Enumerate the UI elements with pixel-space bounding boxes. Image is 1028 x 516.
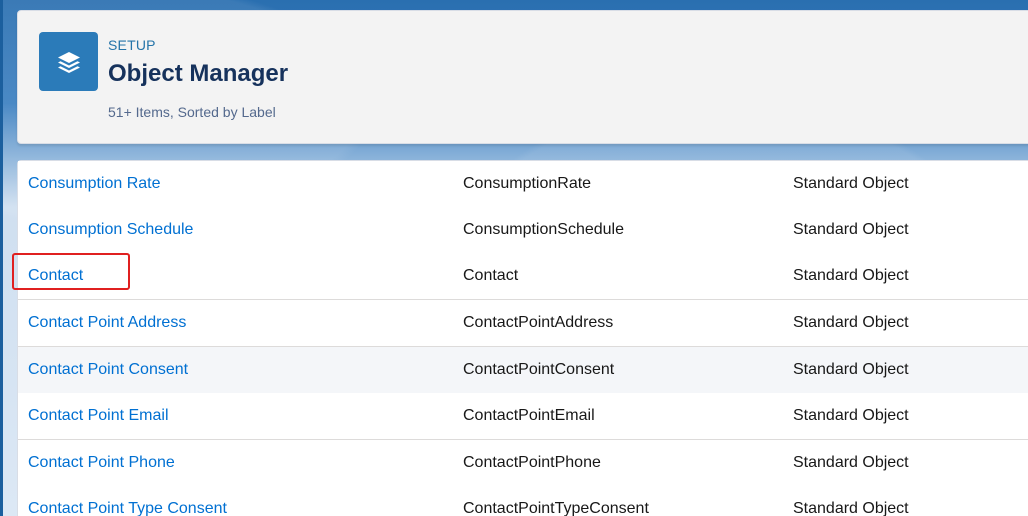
item-count: 51+ Items, Sorted by Label	[108, 104, 276, 120]
page-title: Object Manager	[108, 60, 289, 87]
object-label-link[interactable]: Consumption Schedule	[28, 207, 193, 253]
object-label-link[interactable]: Contact Point Phone	[28, 440, 175, 486]
header-eyebrow: SETUP	[108, 37, 156, 53]
frame-edge	[0, 0, 3, 516]
api-name: ContactPointTypeConsent	[463, 500, 649, 516]
table-row: Contact Point Email ContactPointEmail St…	[18, 393, 1028, 440]
api-name: ContactPointAddress	[463, 314, 614, 331]
object-label-link[interactable]: Contact Point Consent	[28, 347, 188, 393]
object-label-link[interactable]: Contact Point Email	[28, 393, 169, 439]
object-table: Consumption Rate ConsumptionRate Standar…	[17, 160, 1028, 516]
api-name: ContactPointConsent	[463, 361, 615, 378]
api-name: Contact	[463, 267, 519, 284]
object-label-link[interactable]: Contact Point Type Consent	[28, 486, 227, 516]
object-type: Standard Object	[793, 175, 909, 192]
table-row: Contact Point Consent ContactPointConsen…	[18, 347, 1028, 394]
table-row: Contact Point Phone ContactPointPhone St…	[18, 440, 1028, 487]
object-type: Standard Object	[793, 267, 909, 284]
page-header: SETUP Object Manager 51+ Items, Sorted b…	[17, 10, 1028, 144]
annotation-highlight-box	[12, 253, 130, 290]
api-name: ContactPointEmail	[463, 407, 595, 424]
api-name: ConsumptionRate	[463, 175, 592, 192]
table-row: Contact Contact Standard Object	[18, 253, 1028, 300]
object-type: Standard Object	[793, 500, 909, 516]
table-row: Contact Point Address ContactPointAddres…	[18, 300, 1028, 347]
object-type: Standard Object	[793, 361, 909, 378]
table-row: Consumption Schedule ConsumptionSchedule…	[18, 207, 1028, 254]
object-label-link[interactable]: Consumption Rate	[28, 161, 161, 207]
object-type: Standard Object	[793, 454, 909, 471]
api-name: ContactPointPhone	[463, 454, 601, 471]
table-row: Consumption Rate ConsumptionRate Standar…	[18, 161, 1028, 208]
table-row: Contact Point Type Consent ContactPointT…	[18, 486, 1028, 516]
api-name: ConsumptionSchedule	[463, 221, 624, 238]
object-label-link[interactable]: Contact Point Address	[28, 300, 186, 346]
object-type: Standard Object	[793, 221, 909, 238]
object-type: Standard Object	[793, 314, 909, 331]
layers-icon	[39, 32, 98, 91]
object-type: Standard Object	[793, 407, 909, 424]
